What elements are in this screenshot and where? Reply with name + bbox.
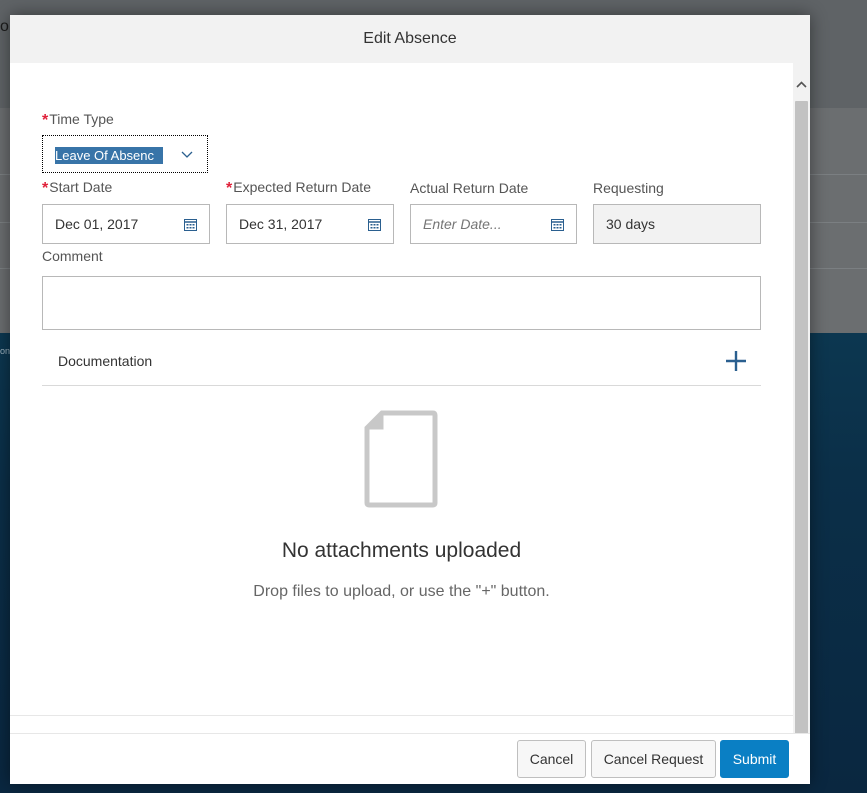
background-small-text: on — [0, 346, 11, 356]
scrollbar-thumb[interactable] — [795, 101, 808, 741]
cancel-button[interactable]: Cancel — [517, 740, 586, 778]
plus-icon[interactable] — [725, 350, 747, 372]
actual-return-date-label: Actual Return Date — [410, 180, 529, 196]
documentation-bar: Documentation — [42, 338, 761, 386]
expected-return-date-input[interactable]: Dec 31, 2017 — [226, 204, 394, 244]
documentation-title: Documentation — [58, 353, 153, 369]
actual-return-date-placeholder: Enter Date... — [423, 216, 502, 232]
requesting-label: Requesting — [593, 180, 664, 196]
actual-return-date-input[interactable]: Enter Date... — [410, 204, 577, 244]
dialog-content: *Time Type Leave Of Absenc *Start Date *… — [10, 63, 793, 716]
expected-return-date-label: *Expected Return Date — [226, 179, 371, 197]
time-type-value: Leave Of Absenc — [55, 147, 163, 164]
required-marker: * — [226, 180, 233, 197]
start-date-value: Dec 01, 2017 — [55, 216, 139, 232]
calendar-icon[interactable] — [368, 218, 381, 231]
start-date-input[interactable]: Dec 01, 2017 — [42, 204, 210, 244]
document-icon — [364, 410, 438, 508]
edit-absence-dialog: Edit Absence *Time Type Leave Of Absenc … — [10, 15, 810, 784]
time-type-label: *Time Type — [42, 111, 114, 129]
empty-state-title: No attachments uploaded — [281, 539, 522, 562]
cancel-request-button[interactable]: Cancel Request — [591, 740, 716, 778]
requesting-value: 30 days — [606, 216, 656, 232]
empty-state-subtitle: Drop files to upload, or use the "+" but… — [253, 583, 550, 600]
start-date-label: *Start Date — [42, 179, 113, 197]
calendar-icon[interactable] — [551, 218, 564, 231]
dialog-title: Edit Absence — [363, 30, 457, 47]
calendar-icon[interactable] — [184, 218, 197, 231]
dialog-footer: Cancel Cancel Request Submit — [10, 733, 810, 784]
expected-return-date-value: Dec 31, 2017 — [239, 216, 323, 232]
background-fragment: o — [0, 18, 9, 35]
content-divider — [10, 715, 793, 716]
required-marker: * — [42, 112, 49, 129]
scroll-up-icon[interactable] — [796, 80, 807, 90]
comment-textarea[interactable] — [42, 276, 761, 330]
dialog-header: Edit Absence — [10, 15, 810, 64]
time-type-select[interactable]: Leave Of Absenc — [42, 135, 208, 173]
chevron-down-icon — [181, 151, 193, 158]
requesting-field: 30 days — [593, 204, 761, 244]
comment-label: Comment — [42, 248, 103, 264]
scrollbar[interactable] — [793, 63, 810, 783]
submit-button[interactable]: Submit — [720, 740, 789, 778]
required-marker: * — [42, 180, 49, 197]
